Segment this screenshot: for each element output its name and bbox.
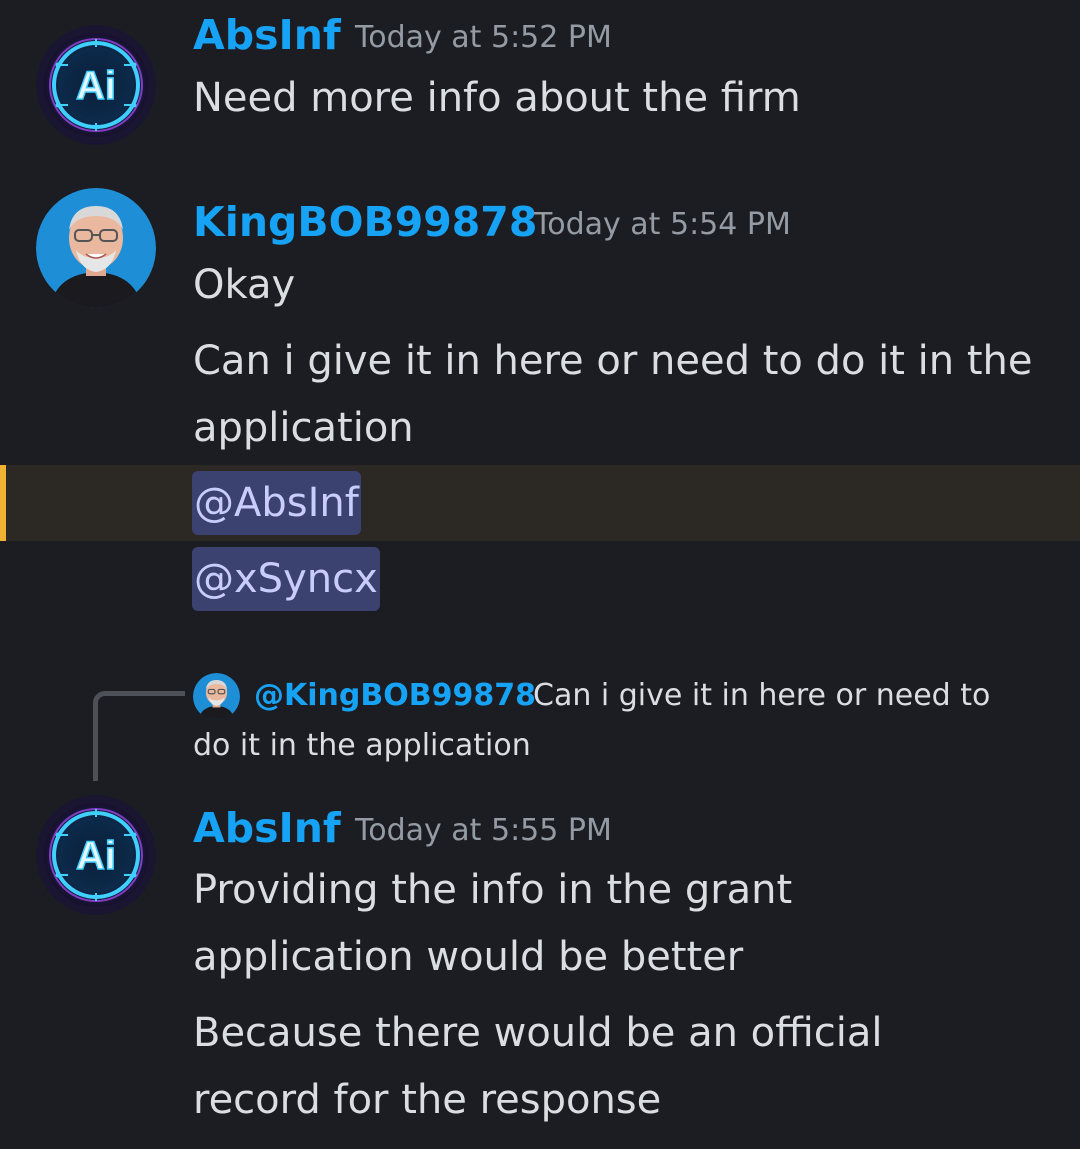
svg-text:Ai: Ai (76, 834, 116, 878)
ai-logo-icon: Ai (36, 25, 156, 145)
message-username[interactable]: AbsInf (193, 15, 341, 56)
user-photo-avatar (36, 188, 156, 308)
ai-logo-icon: Ai (36, 795, 156, 915)
mention-xsyncx[interactable]: @xSyncx (192, 547, 380, 611)
kingbob-avatar[interactable] (36, 188, 156, 308)
reply-preview-text[interactable]: do it in the application (193, 731, 531, 761)
user-photo-avatar (193, 673, 240, 720)
reply-username[interactable]: @KingBOB99878 (254, 681, 536, 711)
mention-highlight-row (0, 465, 1080, 541)
message-username[interactable]: KingBOB99878 (193, 202, 537, 243)
svg-text:Ai: Ai (76, 64, 116, 108)
reply-connector-line (93, 691, 185, 781)
absinf-avatar[interactable]: Ai (36, 795, 156, 915)
message-text: application (193, 405, 414, 451)
mention-absinf[interactable]: @AbsInf (192, 471, 361, 535)
message-timestamp: Today at 5:55 PM (355, 813, 612, 848)
message-text: Because there would be an official (193, 1010, 883, 1056)
reply-avatar[interactable] (193, 673, 240, 720)
reply-preview-text[interactable]: Can i give it in here or need to (533, 681, 990, 711)
message-username[interactable]: AbsInf (193, 808, 341, 849)
message-timestamp: Today at 5:52 PM (355, 20, 612, 55)
message-text: Okay (193, 262, 296, 308)
message-text: Can i give it in here or need to do it i… (193, 338, 1033, 384)
message-text: Providing the info in the grant (193, 867, 793, 913)
absinf-avatar[interactable]: Ai (36, 25, 156, 145)
message-text: Need more info about the firm (193, 75, 801, 121)
message-timestamp: Today at 5:54 PM (534, 207, 791, 242)
message-text: application would be better (193, 934, 744, 980)
mention-highlight-bar (0, 465, 6, 541)
message-text: record for the response (193, 1077, 662, 1123)
